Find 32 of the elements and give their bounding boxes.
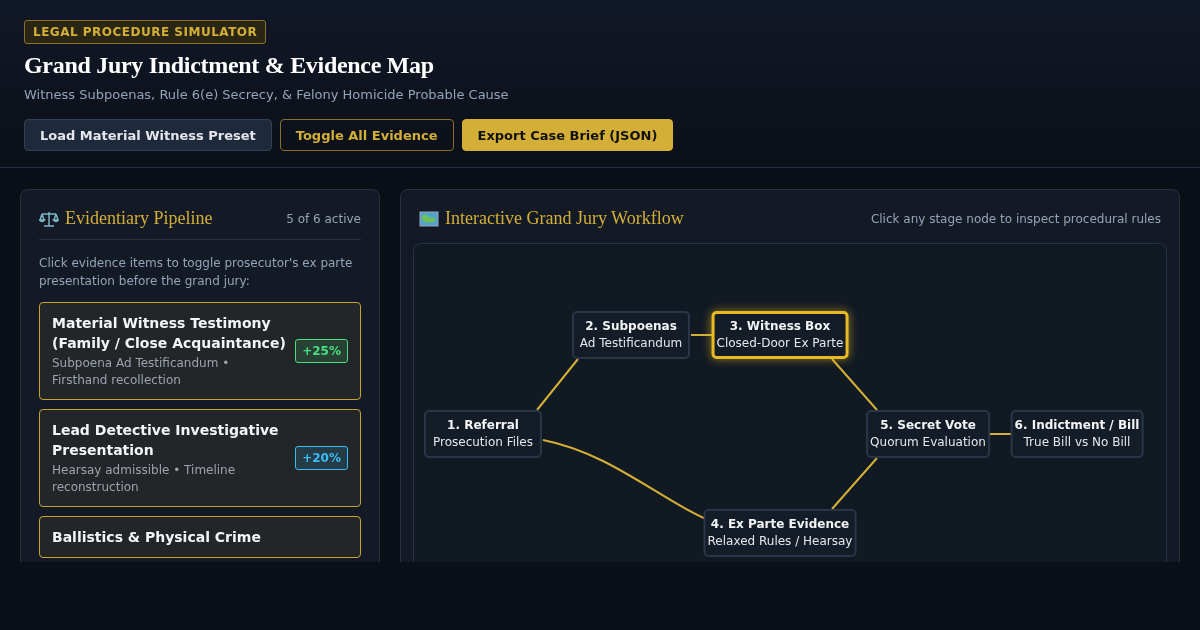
instructions: Click evidence items to toggle prosecutor's ex parte presentation before the grand jury: (39, 255, 354, 290)
panel-title: Interactive Grand Jury Workflow (445, 208, 684, 229)
toggle-button[interactable]: Toggle All Evidence (279, 119, 454, 151)
page-title: Grand Jury Indictment & Evidence Map (24, 52, 434, 79)
weight-badge: +20% (295, 446, 348, 470)
stage-node[interactable]: 4. Ex Parte Evidence Relaxed Rules / Hearsay (703, 509, 857, 557)
connector-line (831, 358, 878, 411)
evidence-card[interactable]: Lead Detective Investigative Presentation Hearsay admissible • Timeline reconstruction +20% (39, 409, 361, 507)
panel-title: Evidentiary Pipeline (65, 208, 213, 229)
evidence-detail: Subpoena Ad Testificandum • Firsthand recollection (52, 355, 231, 389)
evidence-detail: Hearsay admissible • Timeline reconstruction (52, 462, 237, 496)
evidence-title: Material Witness Testimony (Family / Close Acquaintance) (52, 314, 287, 353)
scales-icon (39, 209, 59, 228)
app-badge: LEGAL PROCEDURE SIMULATOR (24, 20, 267, 44)
stage-node[interactable]: 3. Witness Box Closed-Door Ex Parte (711, 311, 849, 359)
stage-node[interactable]: 1. Referral Prosecution Files (424, 410, 542, 458)
evidence-title: Lead Detective Investigative Presentation (52, 421, 280, 460)
map-icon (419, 210, 439, 227)
weight-badge: +25% (295, 339, 348, 363)
active-count: 5 of 6 active (286, 211, 361, 226)
workflow-hint: Click any stage node to inspect procedural rules (870, 211, 1161, 226)
stage-node[interactable]: 5. Secret Vote Quorum Evaluation (866, 410, 990, 458)
connector-line (831, 457, 878, 510)
evidence-card[interactable]: Ballistics & Physical Crime (39, 516, 361, 558)
page-subtitle: Witness Subpoenas, Rule 6(e) Secrecy, & Felony Homicide Probable Cause (24, 87, 509, 102)
stage-node[interactable]: 2. Subpoenas Ad Testificandum (572, 311, 690, 359)
preset-button[interactable]: Load Material Witness Preset (24, 119, 272, 151)
connector-line (536, 358, 579, 411)
export-button[interactable]: Export Case Brief (JSON) (461, 119, 674, 151)
evidence-title: Ballistics & Physical Crime (52, 528, 262, 547)
stage-node[interactable]: 6. Indictment / Bill True Bill vs No Bill (1010, 410, 1144, 458)
evidence-card[interactable]: Material Witness Testimony (Family / Close Acquaintance) Subpoena Ad Testificandum • Firsthand recollection +25% (39, 302, 361, 400)
